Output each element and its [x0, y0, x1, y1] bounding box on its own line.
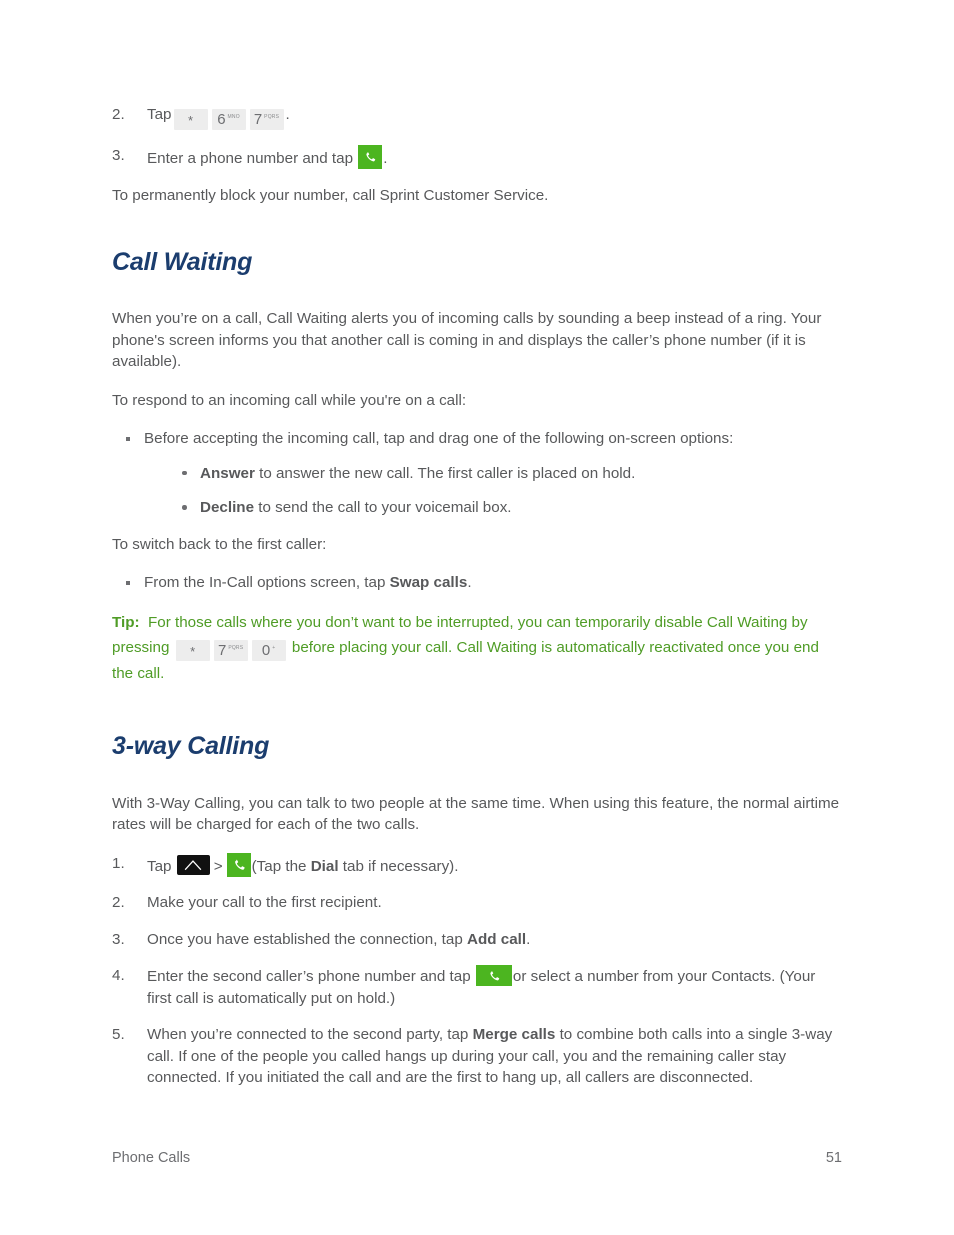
- step-number: 1.: [112, 854, 125, 872]
- button-label-merge-calls: Merge calls: [472, 1026, 556, 1043]
- round-bullet-icon: [182, 470, 187, 475]
- list-item: From the In-Call options screen, tap Swa…: [112, 572, 842, 594]
- option-label-swap-calls: Swap calls: [389, 574, 468, 591]
- list-item: 2. Tap * 6 MNO 7 PQRS.: [112, 104, 842, 130]
- three-way-intro: With 3-Way Calling, you can talk to two …: [112, 794, 840, 834]
- document-page: 2. Tap * 6 MNO 7 PQRS. 3. Enter a phone number …: [0, 0, 954, 1235]
- list-item: 2. Make your call to the first recipient.: [112, 892, 842, 914]
- separator-chevron: >: [213, 857, 223, 875]
- option-label-decline: Decline: [200, 499, 255, 516]
- step-number: 5.: [112, 1026, 125, 1043]
- step-text: Once you have established the connection…: [147, 930, 467, 948]
- square-bullet-icon: [126, 437, 130, 441]
- list-item: Decline to send the call to your voicema…: [168, 497, 842, 519]
- step-text-end: tab if necessary).: [338, 857, 459, 875]
- keycap-7: 7 PQRS: [213, 639, 248, 661]
- list-item: Answer to answer the new call. The first…: [168, 463, 842, 485]
- tip-note: Tip: For those calls where you don’t wan…: [112, 610, 842, 686]
- bullet-text: Before accepting the incoming call, tap …: [144, 430, 734, 447]
- block-number-note: To permanently block your number, call S…: [112, 186, 549, 204]
- tab-label-dial: Dial: [310, 857, 339, 875]
- phone-call-icon: [475, 965, 512, 986]
- call-waiting-lead-in-2: To switch back to the first caller:: [112, 535, 327, 553]
- bullet-text: From the In-Call options screen, tap: [144, 574, 390, 591]
- list-item: 4. Enter the second caller’s phone number…: [112, 965, 842, 1009]
- button-label-add-call: Add call: [467, 930, 527, 948]
- step-text: Enter a phone number and tap: [147, 150, 354, 167]
- home-button-icon: [176, 854, 210, 875]
- step-text-end: .: [526, 930, 531, 948]
- keycap-star: *: [175, 639, 210, 661]
- keycap-0: 0 +: [251, 639, 286, 661]
- page-title-three-way-calling: 3-way Calling: [112, 731, 270, 760]
- option-desc: to send the call to your voicemail box.: [254, 499, 512, 516]
- step-text: Make your call to the first recipient.: [147, 894, 382, 911]
- step-text: When you’re connected to the second part…: [147, 1026, 473, 1043]
- tip-label: Tip:: [112, 613, 140, 631]
- list-item: 5. When you’re connected to the second pa…: [112, 1024, 842, 1089]
- list-item: 3. Once you have established the connecti…: [112, 929, 842, 951]
- footer-chapter-label: Phone Calls: [112, 1150, 191, 1166]
- step-number: 4.: [112, 967, 125, 984]
- call-waiting-intro: When you’re on a call, Call Waiting aler…: [112, 310, 822, 370]
- step-text: Tap: [147, 106, 172, 123]
- option-label-answer: Answer: [200, 464, 255, 482]
- square-bullet-icon: [126, 581, 130, 585]
- step-number: 3.: [112, 147, 125, 164]
- list-item: Before accepting the incoming call, tap …: [112, 428, 842, 519]
- round-bullet-icon: [182, 505, 187, 510]
- step-text-mid: (Tap the: [251, 857, 311, 875]
- phone-call-icon: [358, 145, 383, 169]
- three-way-steps-list: 1. Tap > (Tap the Dial tab if necessary).…: [112, 852, 842, 1089]
- phone-call-icon: [226, 852, 251, 877]
- step-text-end: .: [383, 150, 388, 167]
- step-number: 3.: [112, 930, 125, 948]
- page-footer: Phone Calls 51: [112, 1150, 842, 1166]
- bullet-text-end: .: [467, 574, 472, 591]
- page-content: 2. Tap * 6 MNO 7 PQRS. 3. Enter a phone number …: [112, 104, 842, 1104]
- three-way-heading-wrap: 3-way Calling: [112, 732, 842, 761]
- footer-page-number: 51: [825, 1150, 842, 1166]
- top-steps-list: 2. Tap * 6 MNO 7 PQRS. 3. Enter a phone number …: [112, 104, 842, 170]
- step-number: 2.: [112, 106, 125, 123]
- option-desc: to answer the new call. The first caller…: [254, 464, 636, 482]
- call-waiting-heading-wrap: Call Waiting: [112, 248, 842, 277]
- swap-calls-list: From the In-Call options screen, tap Swa…: [112, 572, 842, 594]
- keycap-star: *: [173, 109, 208, 130]
- page-title-call-waiting: Call Waiting: [112, 248, 253, 276]
- list-item: 1. Tap > (Tap the Dial tab if necessary).: [112, 852, 842, 878]
- step-text-end: .: [285, 106, 290, 123]
- keycap-7: 7 PQRS: [249, 109, 284, 130]
- step-text: Enter the second caller’s phone number a…: [147, 968, 471, 985]
- nested-options-wrap: Answer to answer the new call. The first…: [144, 463, 842, 519]
- step-number: 2.: [112, 894, 125, 911]
- step-text: Tap: [147, 857, 172, 875]
- call-waiting-options-list: Before accepting the incoming call, tap …: [112, 428, 842, 519]
- list-item: 3. Enter a phone number and tap .: [112, 145, 842, 170]
- answer-decline-list: Answer to answer the new call. The first…: [168, 463, 842, 519]
- call-waiting-lead-in-1: To respond to an incoming call while you…: [112, 391, 467, 409]
- keycap-6: 6 MNO: [211, 109, 246, 130]
